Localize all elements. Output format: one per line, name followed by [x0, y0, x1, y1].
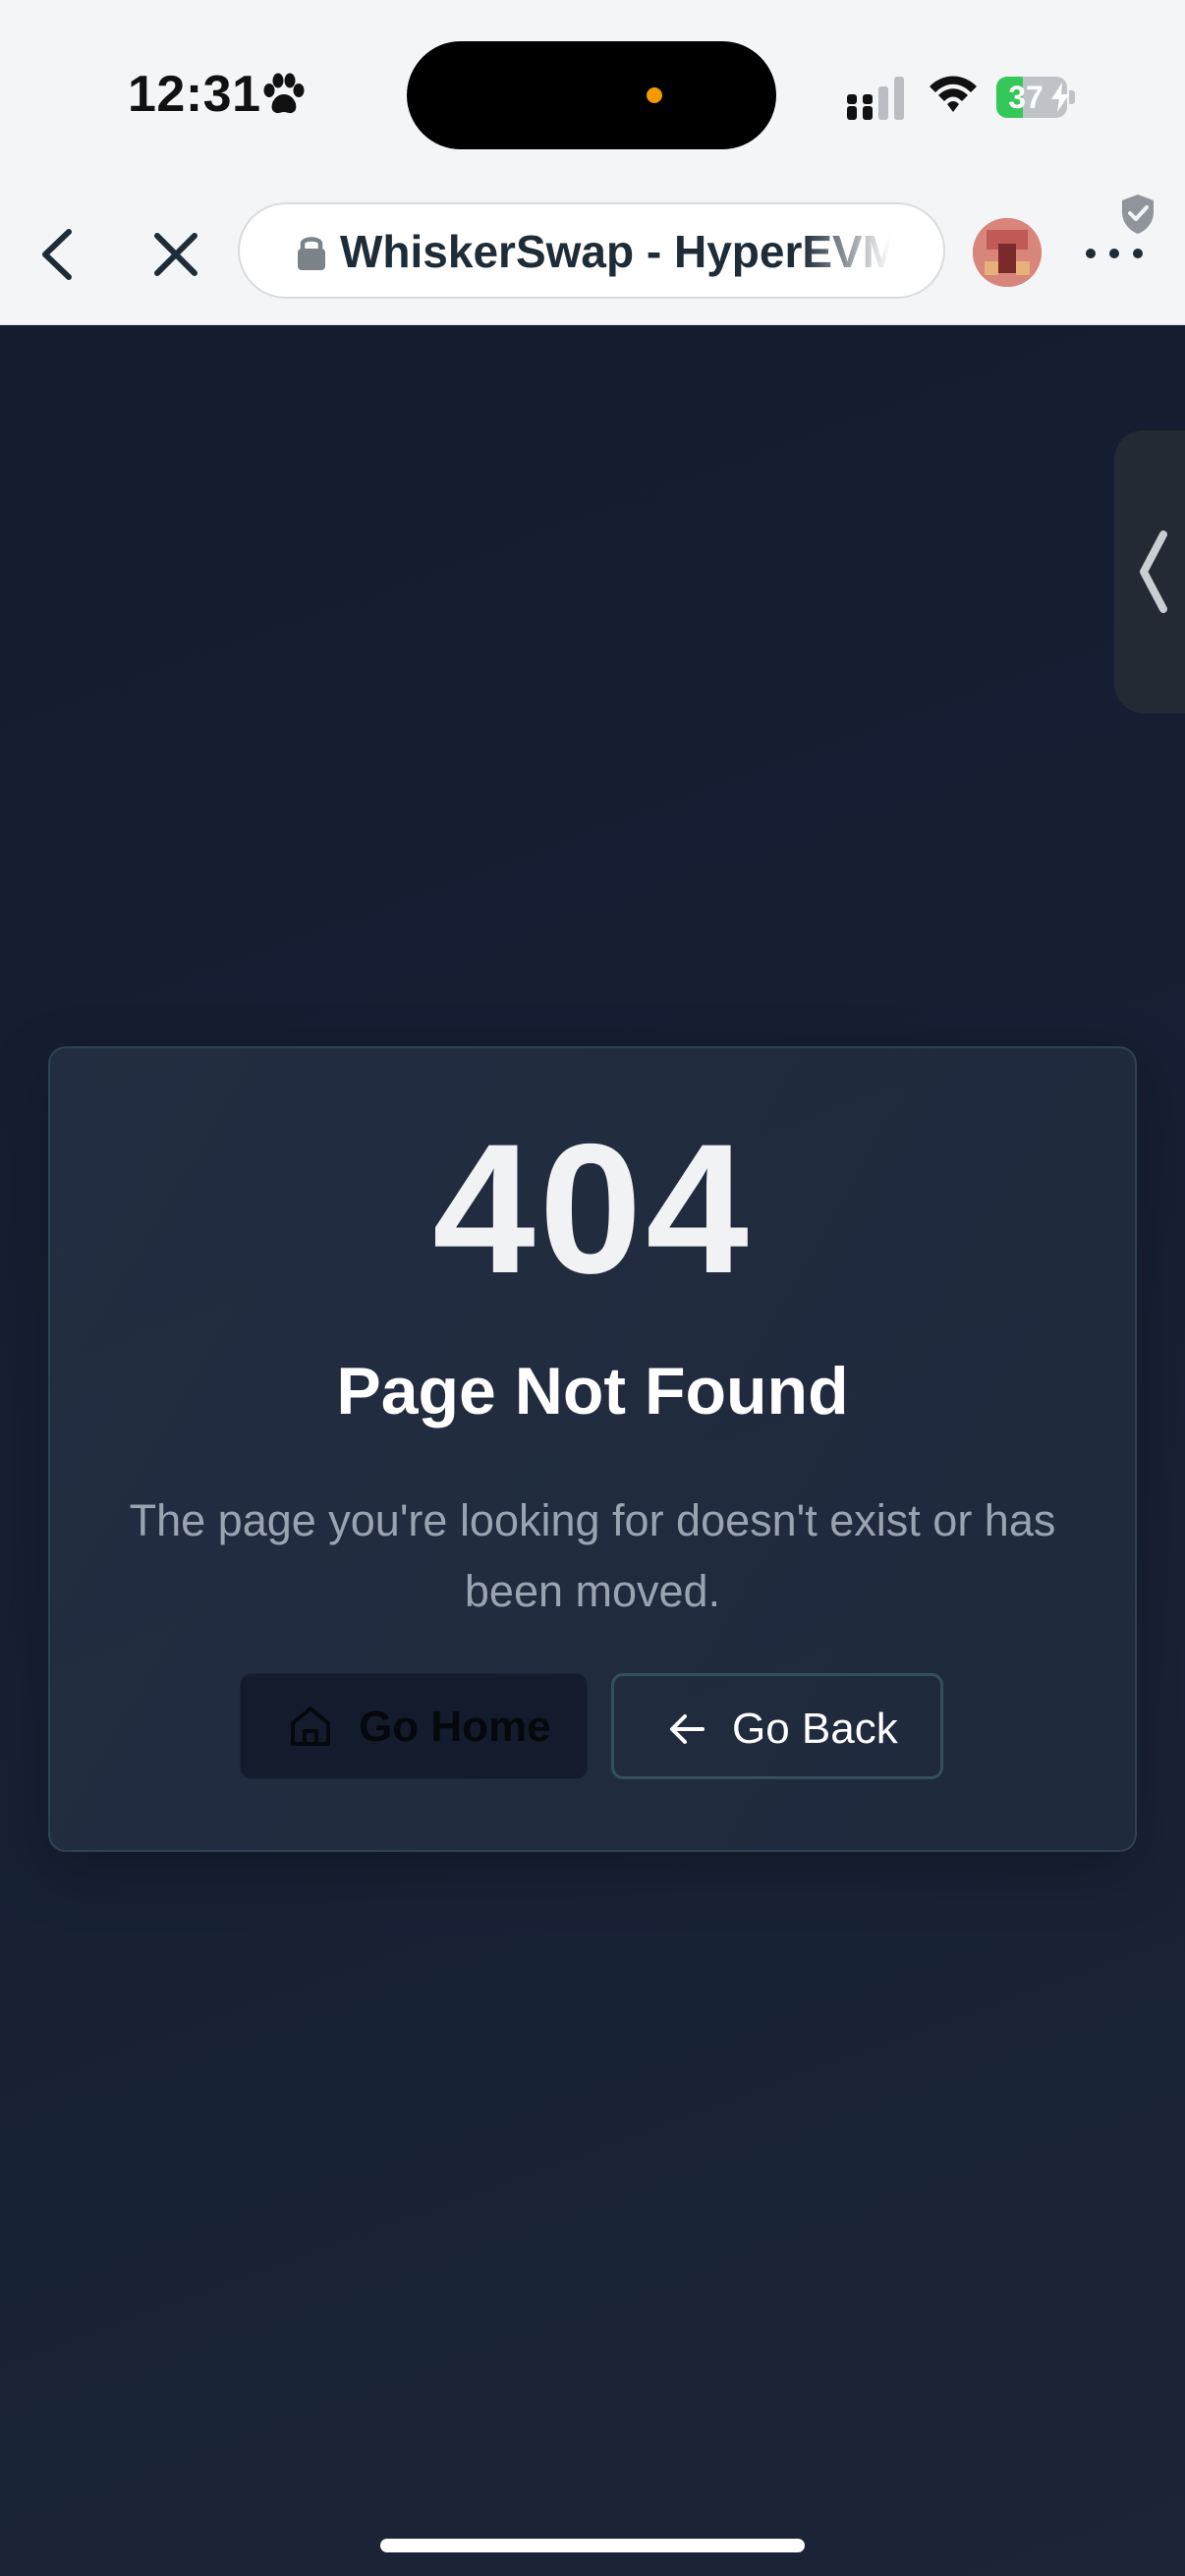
error-description: The page you're looking for doesn't exis… [129, 1495, 1056, 1616]
battery-level: 37 [1008, 80, 1044, 115]
page-title-url[interactable]: WhiskerSwap - HyperEVM [340, 222, 890, 281]
side-panel-handle[interactable] [1114, 430, 1185, 713]
go-home-label: Go Home [359, 1703, 551, 1751]
privacy-indicator-dot [647, 87, 662, 103]
home-icon [291, 1707, 330, 1746]
home-indicator[interactable] [380, 2539, 805, 2552]
back-icon[interactable] [29, 220, 85, 289]
status-time: 12:31 [128, 66, 261, 123]
arrow-left-icon [670, 1714, 705, 1744]
chevron-left-icon [1140, 531, 1167, 613]
go-back-button[interactable]: Go Back [611, 1673, 943, 1779]
more-icon[interactable] [1081, 230, 1150, 277]
paw-icon [263, 73, 305, 114]
battery-icon: 37 [996, 77, 1075, 118]
charging-icon [1051, 83, 1069, 112]
go-home-button[interactable]: Go Home [240, 1673, 588, 1779]
dynamic-island [407, 41, 776, 149]
signal-icon [847, 77, 904, 120]
wifi-icon [930, 76, 977, 112]
close-icon[interactable] [143, 222, 208, 287]
go-back-label: Go Back [732, 1705, 898, 1753]
avatar-image [973, 218, 1042, 287]
lock-icon [298, 237, 325, 270]
error-title: Page Not Found [336, 1354, 849, 1428]
error-code: 404 [432, 1105, 753, 1312]
avatar[interactable] [973, 218, 1042, 287]
